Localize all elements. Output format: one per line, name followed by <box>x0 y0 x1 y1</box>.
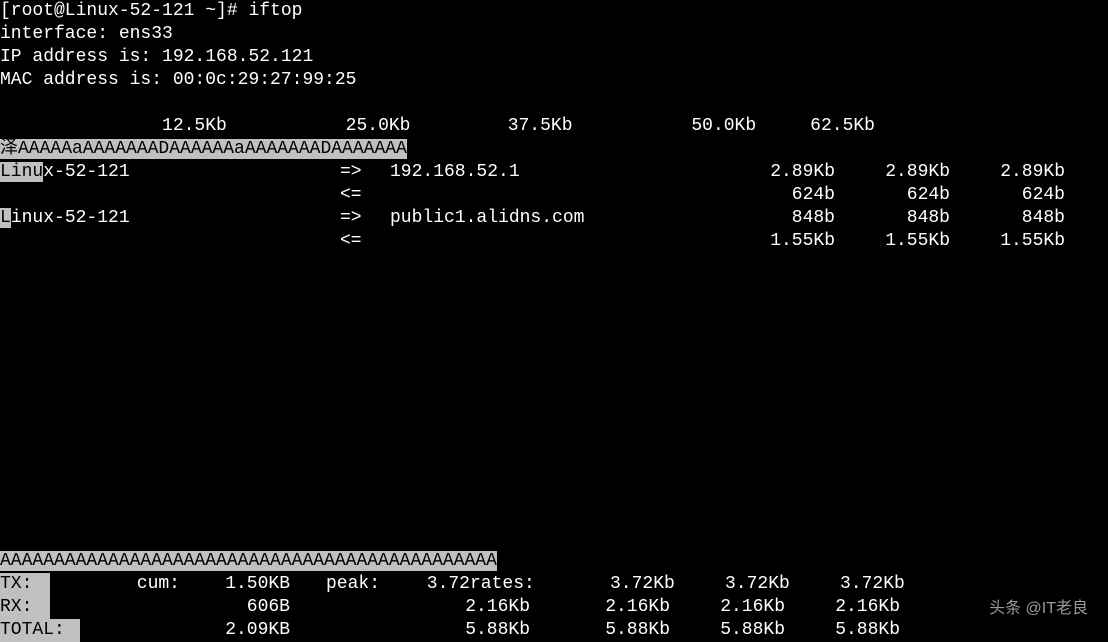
source-host: Linux-52-121 <box>0 161 340 184</box>
ip-line: IP address is: 192.168.52.121 <box>0 46 1108 69</box>
scale-val: 12.5Kb <box>162 115 227 138</box>
total-rate: 5.88Kb <box>785 619 900 642</box>
arrow-in-icon: <= <box>340 230 390 253</box>
scale-val: 37.5Kb <box>508 115 573 138</box>
mac-line: MAC address is: 00:0c:29:27:99:25 <box>0 69 1108 92</box>
scale-val: 62.5Kb <box>810 115 875 138</box>
tx-label: TX: <box>0 573 50 596</box>
arrow-out-icon: => <box>340 207 390 230</box>
mac-address: 00:0c:29:27:99:25 <box>173 70 357 90</box>
connection-row-rx: <= 1.55Kb 1.55Kb 1.55Kb <box>0 230 1108 253</box>
rx-rates: 1.55Kb 1.55Kb 1.55Kb <box>730 230 1075 253</box>
interface-name: ens33 <box>119 24 173 44</box>
tx-cum: 1.50KB <box>190 573 290 596</box>
rx-label: RX: <box>0 596 50 619</box>
cum-label: cum: <box>50 573 190 596</box>
rx-peak: 2.16Kb <box>390 596 530 619</box>
prompt: [root@Linux-52-121 ~]# <box>0 1 248 21</box>
total-cum: 2.09KB <box>190 619 290 642</box>
rx-rates: 624b 624b 624b <box>730 184 1075 207</box>
divider: AAAAAAAAAAAAAAAAAAAAAAAAAAAAAAAAAAAAAAAA… <box>0 550 1108 573</box>
rx-rate: 2.16Kb <box>670 596 785 619</box>
dest-host: 192.168.52.1 <box>390 161 730 184</box>
total-label: TOTAL: <box>0 619 80 642</box>
scale-val: 25.0Kb <box>346 115 411 138</box>
rx-rate: 2.16Kb <box>530 596 670 619</box>
connection-row: Linux-52-121 => public1.alidns.com 848b … <box>0 207 1108 230</box>
scale-bar: 泽AAAAAaAAAAAAADAAAAAAaAAAAAAADAAAAAAA <box>0 138 1108 161</box>
rx-stats-row: RX: 606B 2.16Kb 2.16Kb 2.16Kb 2.16Kb <box>0 596 1108 619</box>
total-rate: 5.88Kb <box>670 619 785 642</box>
arrow-out-icon: => <box>340 161 390 184</box>
total-rate: 5.88Kb <box>530 619 670 642</box>
peak-label: peak: <box>290 573 390 596</box>
total-peak: 5.88Kb <box>390 619 530 642</box>
connection-row-rx: <= 624b 624b 624b <box>0 184 1108 207</box>
command: iftop <box>248 1 302 21</box>
interface-line: interface: ens33 <box>0 23 1108 46</box>
connection-row: Linux-52-121 => 192.168.52.1 2.89Kb 2.89… <box>0 161 1108 184</box>
dest-host: public1.alidns.com <box>390 207 730 230</box>
terminal-output: [root@Linux-52-121 ~]# iftop interface: … <box>0 0 1108 253</box>
scale-row: 12.5Kb 25.0Kb 37.5Kb 50.0Kb 62.5Kb <box>0 115 1108 138</box>
scale-val: 50.0Kb <box>691 115 756 138</box>
arrow-in-icon: <= <box>340 184 390 207</box>
watermark: 头条 @IT老良 <box>989 599 1088 620</box>
tx-rate: 3.72Kb <box>675 573 790 596</box>
rx-rate: 2.16Kb <box>785 596 900 619</box>
tx-stats-row: TX: cum: 1.50KB peak: 3.72rates: 3.72Kb … <box>0 573 1108 596</box>
tx-rates: 2.89Kb 2.89Kb 2.89Kb <box>730 161 1075 184</box>
prompt-line: [root@Linux-52-121 ~]# iftop <box>0 0 1108 23</box>
tx-rates: 848b 848b 848b <box>730 207 1075 230</box>
blank-line <box>0 92 1108 115</box>
ip-address: 192.168.52.121 <box>162 47 313 67</box>
stats-section: AAAAAAAAAAAAAAAAAAAAAAAAAAAAAAAAAAAAAAAA… <box>0 550 1108 642</box>
source-host: Linux-52-121 <box>0 207 340 230</box>
rates-label: rates: <box>470 573 535 596</box>
tx-rate: 3.72Kb <box>535 573 675 596</box>
total-stats-row: TOTAL: 2.09KB 5.88Kb 5.88Kb 5.88Kb 5.88K… <box>0 619 1108 642</box>
rx-cum: 606B <box>190 596 290 619</box>
tx-peak: 3.72 <box>390 573 470 596</box>
tx-rate: 3.72Kb <box>790 573 905 596</box>
